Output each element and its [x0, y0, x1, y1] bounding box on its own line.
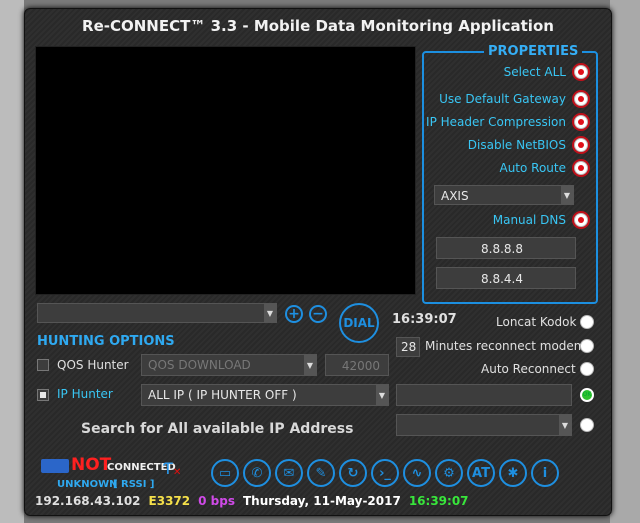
- background-left: [0, 0, 24, 523]
- properties-panel: PROPERTIES Select ALL Use Default Gatewa…: [422, 44, 598, 304]
- date: Thursday, 11-May-2017: [243, 494, 401, 508]
- prop-label: Disable NetBIOS: [467, 138, 566, 152]
- remove-button[interactable]: −: [309, 305, 327, 323]
- ip-hunter-label: IP Hunter: [57, 387, 113, 401]
- no-signal-x-icon: ✕: [173, 467, 182, 478]
- auto-reconnect-label: Auto Reconnect: [481, 362, 576, 376]
- prop-header-compression[interactable]: IP Header Compression: [426, 115, 588, 129]
- properties-title: PROPERTIES: [484, 44, 583, 59]
- auto-route-radio[interactable]: [574, 161, 588, 175]
- status-time: 16:39:07: [408, 494, 469, 508]
- video-display: [35, 46, 416, 295]
- manual-dns-radio[interactable]: [574, 213, 588, 227]
- network-icon: [41, 459, 69, 473]
- add-button[interactable]: +: [285, 305, 303, 323]
- dial-button[interactable]: DIAL: [339, 303, 379, 343]
- status-bar: 192.168.43.102 E3372 0 bps Thursday, 11-…: [35, 494, 469, 508]
- modem-model: E3372: [148, 494, 191, 508]
- chevron-down-icon: ▼: [559, 415, 571, 435]
- terminal-icon[interactable]: ›_: [371, 459, 399, 487]
- signal-status: NOT CONNECTED Ƭ ✕ UNKNOWN [ RSSI ]: [39, 455, 189, 493]
- ip-address: 192.168.43.102: [35, 494, 141, 508]
- qos-select[interactable]: QOS DOWNLOAD ▼: [141, 354, 317, 376]
- gear-icon[interactable]: ⚙: [435, 459, 463, 487]
- background-right: [610, 0, 640, 523]
- antenna-icon: Ƭ: [163, 459, 173, 478]
- prop-label: IP Header Compression: [426, 115, 566, 129]
- info-icon[interactable]: i: [531, 459, 559, 487]
- dns-primary-value: 8.8.8.8: [481, 242, 523, 256]
- chevron-down-icon: ▼: [264, 304, 276, 322]
- chevron-down-icon: ▼: [561, 186, 573, 204]
- prop-auto-route[interactable]: Auto Route: [499, 161, 588, 175]
- ip-hunter-checkbox[interactable]: [37, 389, 49, 401]
- qos-hunter-checkbox[interactable]: [37, 359, 49, 371]
- loncat-kodok-label: Loncat Kodok: [496, 315, 577, 329]
- ip-select[interactable]: ALL IP ( IP HUNTER OFF ) ▼: [141, 384, 389, 406]
- apn-select-value: AXIS: [441, 189, 469, 203]
- select-all-radio[interactable]: [574, 65, 588, 79]
- monitor-icon[interactable]: ▭: [211, 459, 239, 487]
- app-window: Re-CONNECT™ 3.3 - Mobile Data Monitoring…: [24, 8, 612, 516]
- search-ip-radio[interactable]: [580, 418, 594, 432]
- bug-icon[interactable]: ✱: [499, 459, 527, 487]
- ip-hunter-field[interactable]: [396, 384, 572, 406]
- window-title: Re-CONNECT™ 3.3 - Mobile Data Monitoring…: [82, 17, 554, 35]
- search-ip-select[interactable]: ▼: [396, 414, 572, 436]
- chevron-down-icon: ▼: [376, 385, 388, 405]
- dns-secondary-value: 8.8.4.4: [481, 272, 523, 286]
- auto-reconnect-radio[interactable]: [580, 362, 594, 376]
- pulse-icon[interactable]: ∿: [403, 459, 431, 487]
- tool-icon[interactable]: ✎: [307, 459, 335, 487]
- minutes-field[interactable]: 28: [396, 337, 420, 357]
- at-icon[interactable]: AT: [467, 459, 495, 487]
- prop-select-all[interactable]: Select ALL: [504, 65, 588, 79]
- connection-select[interactable]: ▼: [37, 303, 277, 323]
- prop-label: Use Default Gateway: [439, 92, 566, 106]
- phone-icon[interactable]: ✆: [243, 459, 271, 487]
- qos-value-field[interactable]: 42000: [325, 354, 389, 376]
- not-text: NOT: [71, 455, 112, 475]
- hunting-options-title: HUNTING OPTIONS: [37, 334, 175, 349]
- prop-label: Auto Route: [499, 161, 566, 175]
- rssi-text: [ RSSI ]: [113, 479, 155, 490]
- refresh-icon[interactable]: ↻: [339, 459, 367, 487]
- prop-manual-dns[interactable]: Manual DNS: [493, 213, 588, 227]
- connection-time: 16:39:07: [392, 312, 457, 327]
- default-gateway-radio[interactable]: [574, 92, 588, 106]
- loncat-kodok-radio[interactable]: [580, 315, 594, 329]
- apn-select[interactable]: AXIS ▼: [434, 185, 574, 205]
- disable-netbios-radio[interactable]: [574, 138, 588, 152]
- chevron-down-icon: ▼: [304, 355, 316, 375]
- dns-primary-field[interactable]: 8.8.8.8: [436, 237, 576, 259]
- minutes-reconnect-label: Minutes reconnect modem: [425, 339, 586, 353]
- qos-hunter-label: QOS Hunter: [57, 358, 129, 372]
- ip-select-value: ALL IP ( IP HUNTER OFF ): [148, 388, 297, 402]
- search-all-ip-label: Search for All available IP Address: [81, 421, 354, 437]
- speed: 0 bps: [198, 494, 235, 508]
- unknown-text: UNKNOWN: [57, 479, 118, 490]
- prop-label: Select ALL: [503, 65, 566, 79]
- header-compression-radio[interactable]: [574, 115, 588, 129]
- prop-disable-netbios[interactable]: Disable NetBIOS: [468, 138, 588, 152]
- qos-select-value: QOS DOWNLOAD: [148, 358, 251, 372]
- minutes-reconnect-radio[interactable]: [580, 339, 594, 353]
- toolbar: ▭ ✆ ✉ ✎ ↻ ›_ ∿ ⚙ AT ✱ i: [211, 459, 559, 487]
- mail-icon[interactable]: ✉: [275, 459, 303, 487]
- dns-secondary-field[interactable]: 8.8.4.4: [436, 267, 576, 289]
- prop-label: Manual DNS: [492, 213, 566, 227]
- prop-default-gateway[interactable]: Use Default Gateway: [439, 92, 588, 106]
- ip-hunter-ok-toggle[interactable]: OK: [580, 388, 594, 402]
